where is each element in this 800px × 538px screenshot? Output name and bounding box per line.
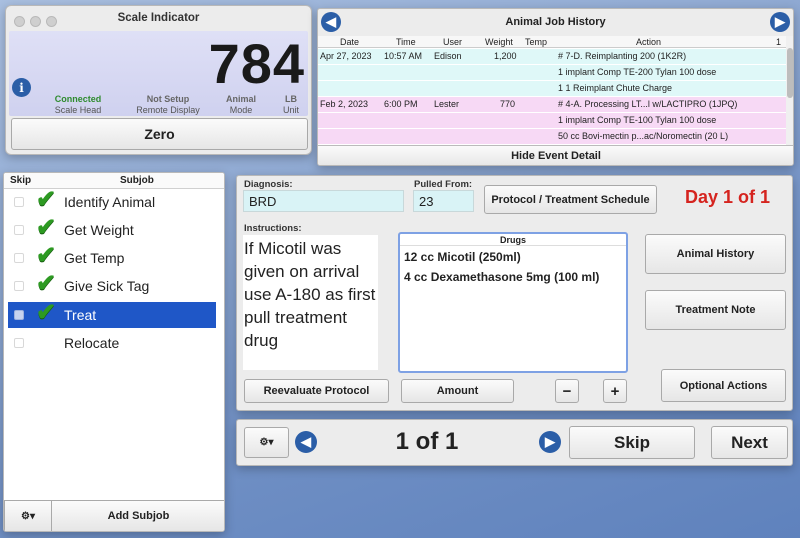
scale-titlebar: Scale Indicator [6,6,311,32]
skip-button[interactable]: Skip [569,426,695,459]
history-title: Animal Job History [505,16,606,28]
drugs-header: Drugs [400,234,626,246]
subjob-column-header: Subjob [120,175,154,186]
day-counter: Day 1 of 1 [685,187,771,207]
diagnosis-field[interactable]: BRD [243,190,404,212]
next-record-icon[interactable]: ▶ [539,431,561,453]
history-row-detail: 1 1 Reimplant Chute Charge [318,81,786,96]
record-counter: 1 of 1 [395,428,459,455]
history-row[interactable]: Apr 27, 2023 10:57 AM Edison 1,200 # 7-D. Re… [318,49,786,64]
done-check-icon: ✔ [36,270,57,297]
done-check-icon: ✔ [36,299,57,326]
done-check-icon: ✔ [36,214,57,241]
protocol-treatment-schedule-button[interactable]: Protocol / Treatment Schedule [484,185,657,214]
drug-item[interactable]: 12 cc Micotil (250ml) [400,246,626,264]
treatment-panel: Diagnosis: BRD Pulled From: 23 Protocol … [236,175,793,411]
animal-job-history-panel: ◀ Animal Job History ▶ Date Time User Weigh… [317,8,794,166]
prev-record-icon[interactable]: ◀ [295,431,317,453]
skip-checkbox[interactable] [14,225,24,235]
history-header: Date Time User Weight Temp Action 1 [318,36,786,48]
treatment-note-button[interactable]: Treatment Note [645,290,786,330]
weight-reading: 784 [208,32,305,95]
skip-checkbox[interactable] [14,338,24,348]
skip-column-header: Skip [10,175,32,186]
animal-history-button[interactable]: Animal History [645,234,786,274]
subjob-item-get-temp[interactable]: ✔ Get Temp [8,242,216,271]
diagnosis-label: Diagnosis: [244,179,293,190]
history-row-detail: 1 implant Comp TE-200 Tylan 100 dose [318,65,786,80]
status-unit: LB Unit [282,94,299,115]
subjob-panel: Skip Subjob ✔ Identify Animal ✔ Get Weight… [3,172,225,532]
history-table: Date Time User Weight Temp Action 1 Apr 27, 20… [318,36,786,147]
amount-button[interactable]: Amount [401,379,514,403]
pulled-from-field[interactable]: 23 [413,190,474,212]
decrease-button[interactable]: − [555,379,579,403]
drugs-list[interactable]: Drugs 12 cc Micotil (250ml) 4 cc Dexamet… [398,232,628,373]
done-check-icon: ✔ [36,186,57,213]
history-row[interactable]: Feb 2, 2023 6:00 PM Lester 770 # 4-A. Proces… [318,97,786,112]
next-animal-icon[interactable]: ▶ [770,12,790,32]
subjob-item-treat[interactable]: ✔ Treat [8,299,216,328]
subjob-gear-button[interactable]: ⚙▾ [4,500,52,531]
history-scrollbar[interactable] [786,36,793,147]
history-row-detail: 1 implant Comp TE-100 Tylan 100 dose [318,113,786,128]
subjob-item-relocate[interactable]: Relocate [8,330,216,356]
status-mode: Animal Mode [225,94,256,115]
hide-event-detail-button[interactable]: Hide Event Detail [318,145,793,165]
status-scale-head: Connected Scale Head [54,94,102,115]
history-scroll-thumb[interactable] [787,48,793,98]
skip-checkbox[interactable] [14,310,24,320]
skip-checkbox[interactable] [14,281,24,291]
skip-checkbox[interactable] [14,197,24,207]
instructions-text: If Micotil was given on arrival use A-18… [243,235,378,370]
instructions-label: Instructions: [244,223,302,234]
info-icon[interactable]: i [12,78,31,97]
status-remote-display: Not Setup Remote Display [136,94,200,115]
scale-indicator-window: Scale Indicator 784 i Connected Scale Hea… [5,5,312,155]
subjob-item-identify-animal[interactable]: ✔ Identify Animal [8,186,216,215]
nav-gear-button[interactable]: ⚙▾ [244,427,289,458]
history-row-detail: 50 cc Bovi-mectin p...ac/Noromectin (20 … [318,129,786,144]
add-subjob-button[interactable]: Add Subjob [51,500,224,531]
zero-button[interactable]: Zero [11,118,308,150]
drug-item[interactable]: 4 cc Dexamethasone 5mg (100 ml) [400,264,626,284]
skip-checkbox[interactable] [14,253,24,263]
navigation-bar: ⚙▾ ◀ 1 of 1 ▶ Skip Next [236,419,793,466]
increase-button[interactable]: + [603,379,627,403]
next-button[interactable]: Next [711,426,788,459]
scale-title: Scale Indicator [117,12,200,24]
done-check-icon: ✔ [36,242,57,269]
optional-actions-button[interactable]: Optional Actions [661,369,786,402]
subjob-item-give-sick-tag[interactable]: ✔ Give Sick Tag [8,270,216,299]
reevaluate-protocol-button[interactable]: Reevaluate Protocol [244,379,389,403]
pulled-from-label: Pulled From: [414,179,473,190]
subjob-item-get-weight[interactable]: ✔ Get Weight [8,214,216,243]
